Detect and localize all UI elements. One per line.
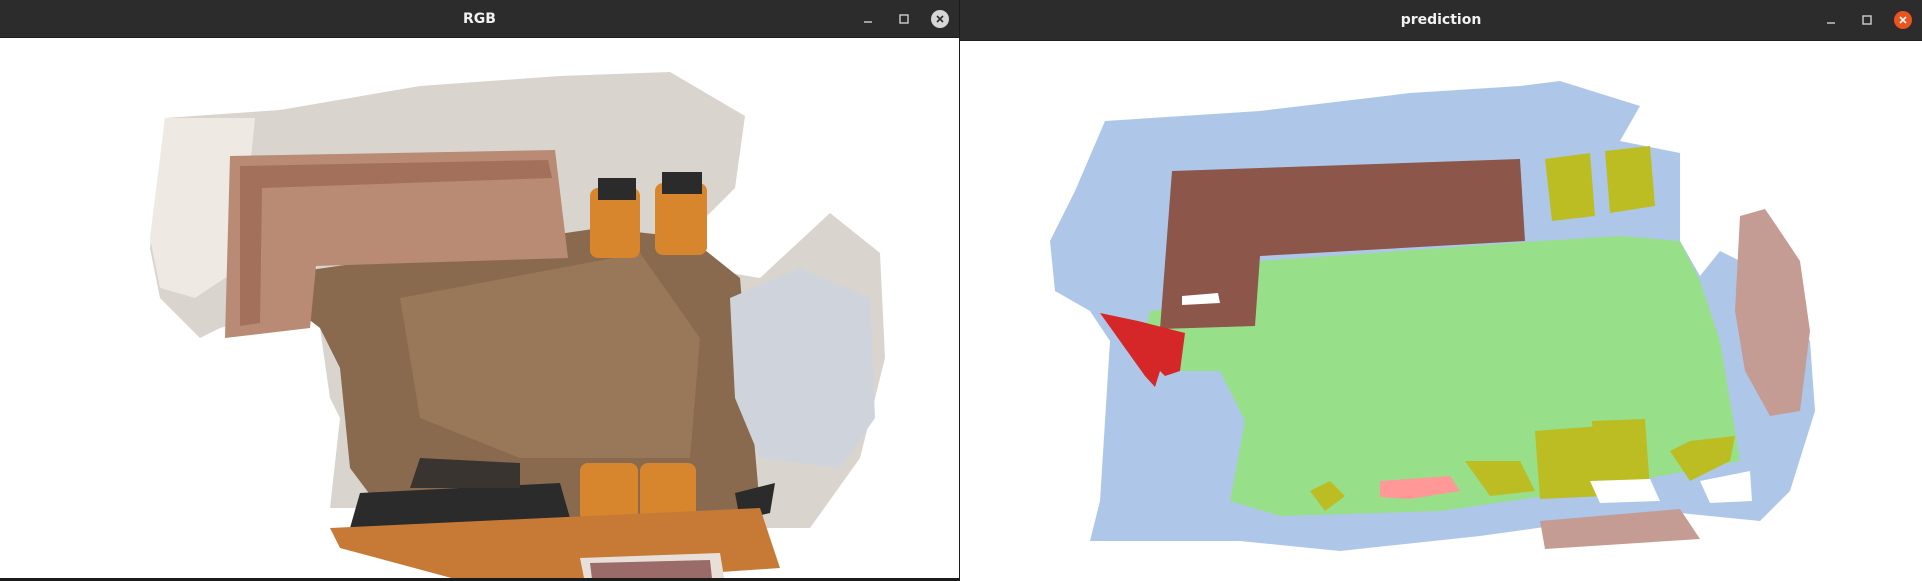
rgb-titlebar[interactable]: RGB bbox=[0, 0, 959, 38]
rgb-window-title: RGB bbox=[463, 10, 496, 27]
chair-region bbox=[1605, 146, 1655, 213]
maximize-icon bbox=[899, 13, 909, 24]
close-button[interactable] bbox=[931, 9, 949, 28]
prediction-window-title: prediction bbox=[1400, 12, 1482, 28]
prediction-viewport[interactable] bbox=[960, 41, 1922, 581]
rgb-window: RGB bbox=[0, 0, 959, 578]
close-button[interactable] bbox=[1894, 11, 1912, 29]
rgb-viewport[interactable] bbox=[0, 38, 959, 578]
prediction-segmentation-render bbox=[1050, 81, 1815, 551]
rgb-point-cloud-render bbox=[150, 72, 885, 578]
close-icon bbox=[1899, 16, 1907, 24]
maximize-icon bbox=[1862, 15, 1872, 25]
minimize-button[interactable] bbox=[859, 10, 877, 28]
maximize-button[interactable] bbox=[1858, 11, 1876, 29]
minimize-button[interactable] bbox=[1822, 11, 1840, 29]
prediction-titlebar[interactable]: prediction bbox=[960, 0, 1922, 41]
minimize-icon bbox=[1827, 22, 1835, 24]
close-icon bbox=[936, 14, 944, 23]
prediction-window: prediction bbox=[960, 0, 1922, 581]
chair-region bbox=[1545, 153, 1595, 221]
maximize-button[interactable] bbox=[895, 10, 913, 28]
minimize-icon bbox=[864, 20, 872, 23]
